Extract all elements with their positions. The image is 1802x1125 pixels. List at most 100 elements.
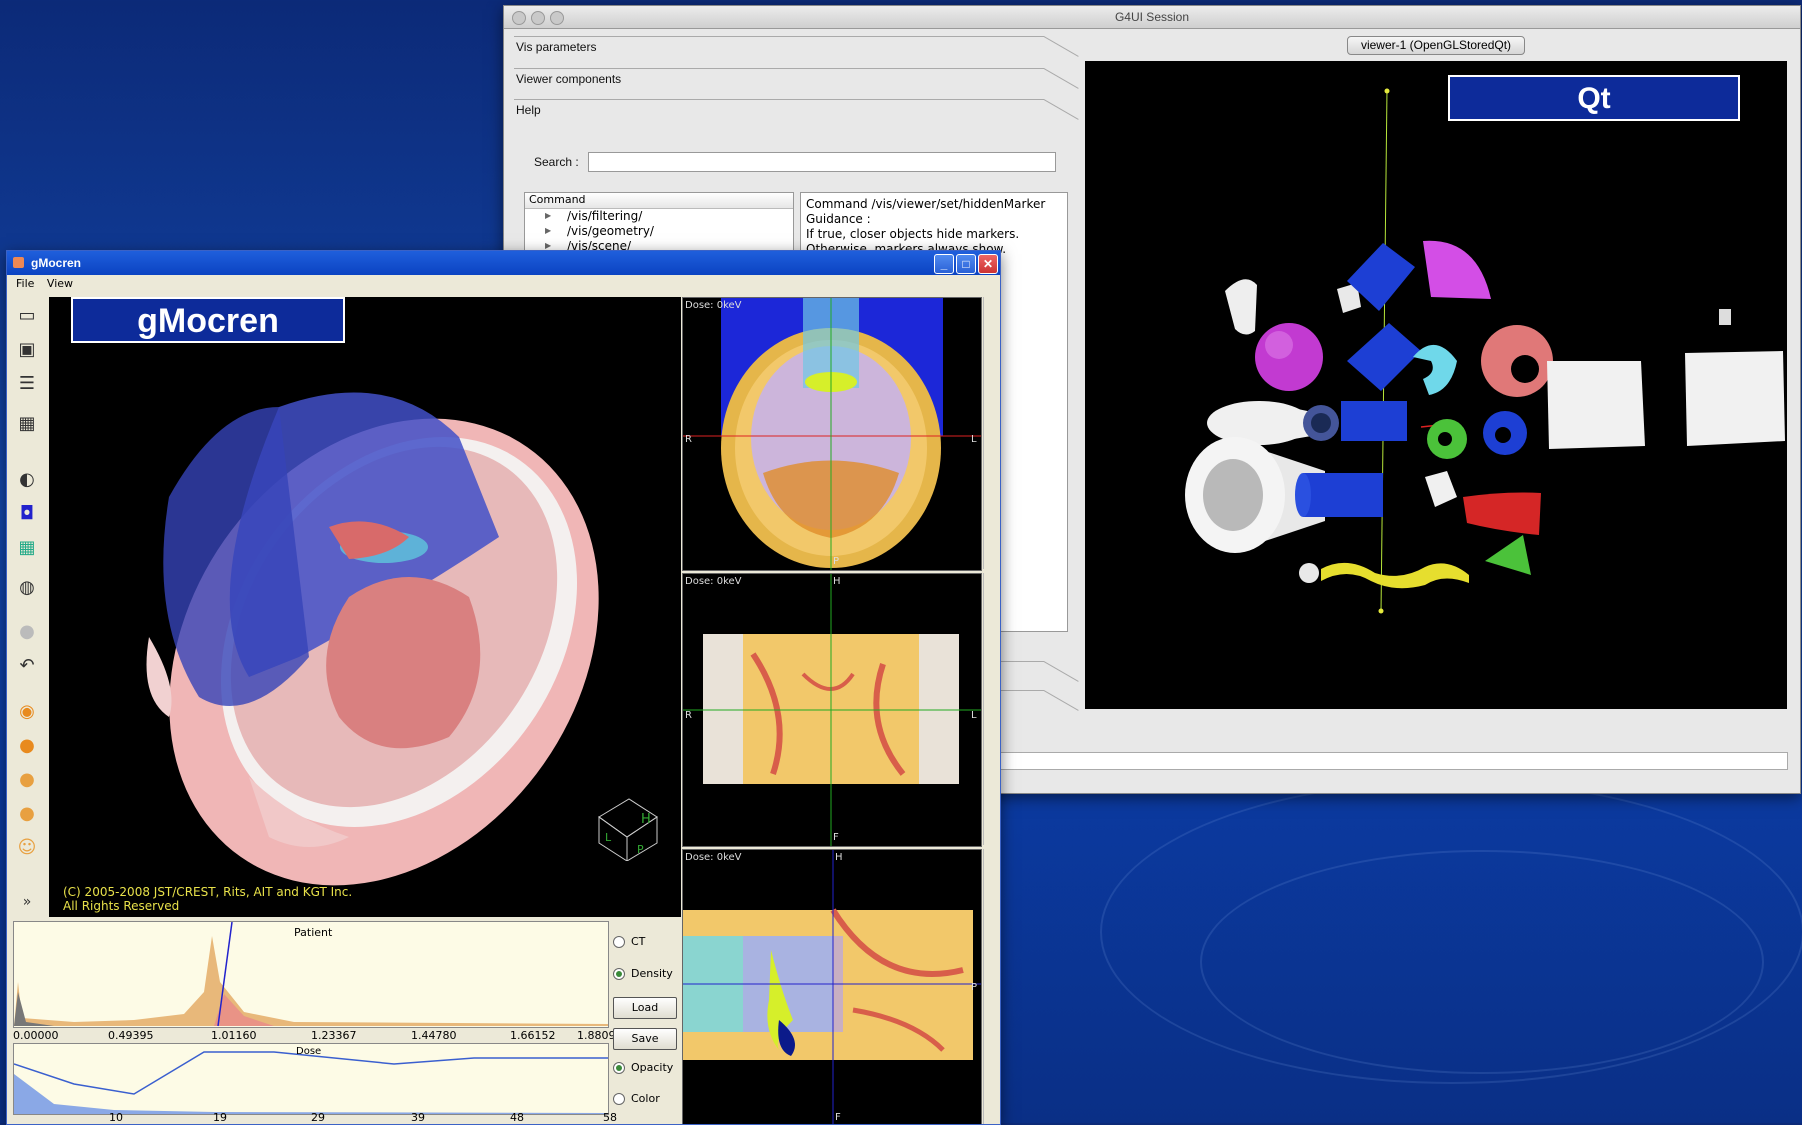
head-back-icon[interactable]: ● xyxy=(14,801,40,827)
g4ui-window-title: G4UI Session xyxy=(1114,10,1190,24)
tree-item-label: /vis/filtering/ xyxy=(567,209,643,223)
tab-divider xyxy=(514,68,1044,69)
patient-histogram[interactable]: Patient xyxy=(13,921,609,1028)
color-radio[interactable]: Color xyxy=(613,1092,660,1105)
tick-label: 29 xyxy=(311,1111,325,1124)
tick-label: 19 xyxy=(213,1111,227,1124)
axial-slice-image xyxy=(683,298,981,570)
sagittal-slice-image xyxy=(683,850,981,1124)
sagittal-slice-view[interactable]: Dose: 0keV H P F xyxy=(682,849,982,1124)
viewer-tab[interactable]: viewer-1 (OpenGLStoredQt) xyxy=(1347,36,1525,55)
gmocren-window: gMocren _ □ ✕ File View ▭ ▣ ☰ ▦ ◐ ◘ ▦ ◍ … xyxy=(6,250,1001,1125)
radio-icon xyxy=(613,1062,625,1074)
tab-divider xyxy=(1043,690,1079,711)
coronal-scrollbar[interactable] xyxy=(983,573,998,845)
head-front-icon[interactable]: ◉ xyxy=(14,699,40,725)
coronal-slice-view[interactable]: Dose: 0keV H R L F xyxy=(682,573,982,847)
load-button[interactable]: Load xyxy=(613,997,677,1019)
tab-divider xyxy=(514,36,1044,37)
qt-overlay-label: Qt xyxy=(1448,75,1740,121)
coronal-slice-image xyxy=(683,574,981,846)
opengl-viewer[interactable]: Qt xyxy=(1085,61,1787,709)
tick-label: 0.00000 xyxy=(13,1029,59,1042)
orient-top: H xyxy=(835,852,843,863)
import-icon[interactable]: ☰ xyxy=(14,371,40,397)
head-side-icon[interactable]: ● xyxy=(14,767,40,793)
palette-icon[interactable]: ▦ xyxy=(14,535,40,561)
tick-label: 39 xyxy=(411,1111,425,1124)
ct-radio[interactable]: CT xyxy=(613,935,645,948)
axial-slice-view[interactable]: Dose: 0keV R L P xyxy=(682,297,982,571)
search-input[interactable] xyxy=(588,152,1056,172)
tab-divider xyxy=(514,99,1044,100)
grid-icon[interactable]: ▦ xyxy=(14,411,40,437)
head-icon[interactable]: ● xyxy=(14,733,40,759)
background-swirl xyxy=(1200,850,1764,1074)
maximize-icon[interactable]: □ xyxy=(956,254,976,274)
radio-icon xyxy=(613,936,625,948)
geometry-scene xyxy=(1185,88,1785,614)
menu-file[interactable]: File xyxy=(16,277,34,290)
volume-render-view[interactable]: gMocren H L P (C) 2005-2008 JST/CREST, R… xyxy=(49,297,681,917)
tab-divider xyxy=(1043,36,1079,57)
orient-right: P xyxy=(971,982,978,993)
copyright-text: (C) 2005-2008 JST/CREST, Rits, AIT and K… xyxy=(63,885,352,913)
copyright-line: All Rights Reserved xyxy=(63,899,180,913)
gmocren-window-title: gMocren xyxy=(31,256,82,270)
bulb-icon[interactable]: ● xyxy=(14,619,40,645)
orientation-cube: H L P xyxy=(598,798,658,861)
tick-label: 10 xyxy=(109,1111,123,1124)
save-button[interactable]: Save xyxy=(613,1028,677,1050)
globe-icon[interactable]: ◍ xyxy=(14,575,40,601)
color-square-icon[interactable]: ◘ xyxy=(14,501,40,527)
tab-vis-parameters[interactable]: Vis parameters xyxy=(516,40,596,54)
tick-label: 1.23367 xyxy=(311,1029,357,1042)
tab-help[interactable]: Help xyxy=(516,103,541,117)
command-tree-header: Command xyxy=(525,193,793,209)
zoom-icon[interactable] xyxy=(550,11,564,25)
help-line: Command /vis/viewer/set/hiddenMarker xyxy=(806,197,1046,211)
close-icon[interactable] xyxy=(512,11,526,25)
axial-scrollbar[interactable] xyxy=(983,297,998,569)
close-icon[interactable]: ✕ xyxy=(978,254,998,274)
opacity-radio[interactable]: Opacity xyxy=(613,1061,673,1074)
tab-divider xyxy=(1043,99,1079,120)
tab-viewer-components[interactable]: Viewer components xyxy=(516,72,621,86)
help-line: If true, closer objects hide markers. xyxy=(806,227,1020,241)
tick-label: 1.44780 xyxy=(411,1029,457,1042)
orient-left: R xyxy=(685,434,692,445)
minimize-icon[interactable] xyxy=(531,11,545,25)
radio-icon xyxy=(613,1093,625,1105)
dose-axis: 10 19 29 39 48 58 xyxy=(13,1111,617,1124)
cube-label-p: P xyxy=(637,843,644,856)
undo-icon[interactable]: ↶ xyxy=(14,653,40,679)
tree-item-filtering[interactable]: /vis/filtering/ xyxy=(525,209,793,224)
command-line-input[interactable] xyxy=(940,752,1788,770)
radio-label: CT xyxy=(631,935,646,948)
menu-view[interactable]: View xyxy=(47,277,73,290)
minimize-icon[interactable]: _ xyxy=(934,254,954,274)
tab-divider xyxy=(1043,661,1079,682)
head-volume-rendering xyxy=(146,392,599,886)
tree-item-geometry[interactable]: /vis/geometry/ xyxy=(525,224,793,239)
tick-label: 1.66152 xyxy=(510,1029,556,1042)
dose-readout: Dose: 0keV xyxy=(685,852,742,863)
tab-divider xyxy=(1043,68,1079,89)
copyright-line: (C) 2005-2008 JST/CREST, Rits, AIT and K… xyxy=(63,885,353,899)
save-disk-icon[interactable]: ▣ xyxy=(14,337,40,363)
orient-bottom: F xyxy=(833,832,839,843)
cube-label-l: L xyxy=(605,831,612,844)
g4ui-titlebar: G4UI Session xyxy=(504,6,1800,29)
tick-label: 48 xyxy=(510,1111,524,1124)
sagittal-scrollbar[interactable] xyxy=(983,849,998,1124)
open-folder-icon[interactable]: ▭ xyxy=(14,303,40,329)
tick-label: 1.01160 xyxy=(211,1029,257,1042)
menu-bar: File View xyxy=(7,275,1000,293)
radio-label: Opacity xyxy=(631,1061,674,1074)
more-tools-icon[interactable]: » xyxy=(14,889,40,915)
density-radio[interactable]: Density xyxy=(613,967,673,980)
face-icon[interactable]: ☺ xyxy=(14,835,40,861)
dose-transfer-plot[interactable]: Dose xyxy=(13,1043,609,1115)
dose-title: Dose xyxy=(296,1046,322,1057)
contrast-icon[interactable]: ◐ xyxy=(14,467,40,493)
